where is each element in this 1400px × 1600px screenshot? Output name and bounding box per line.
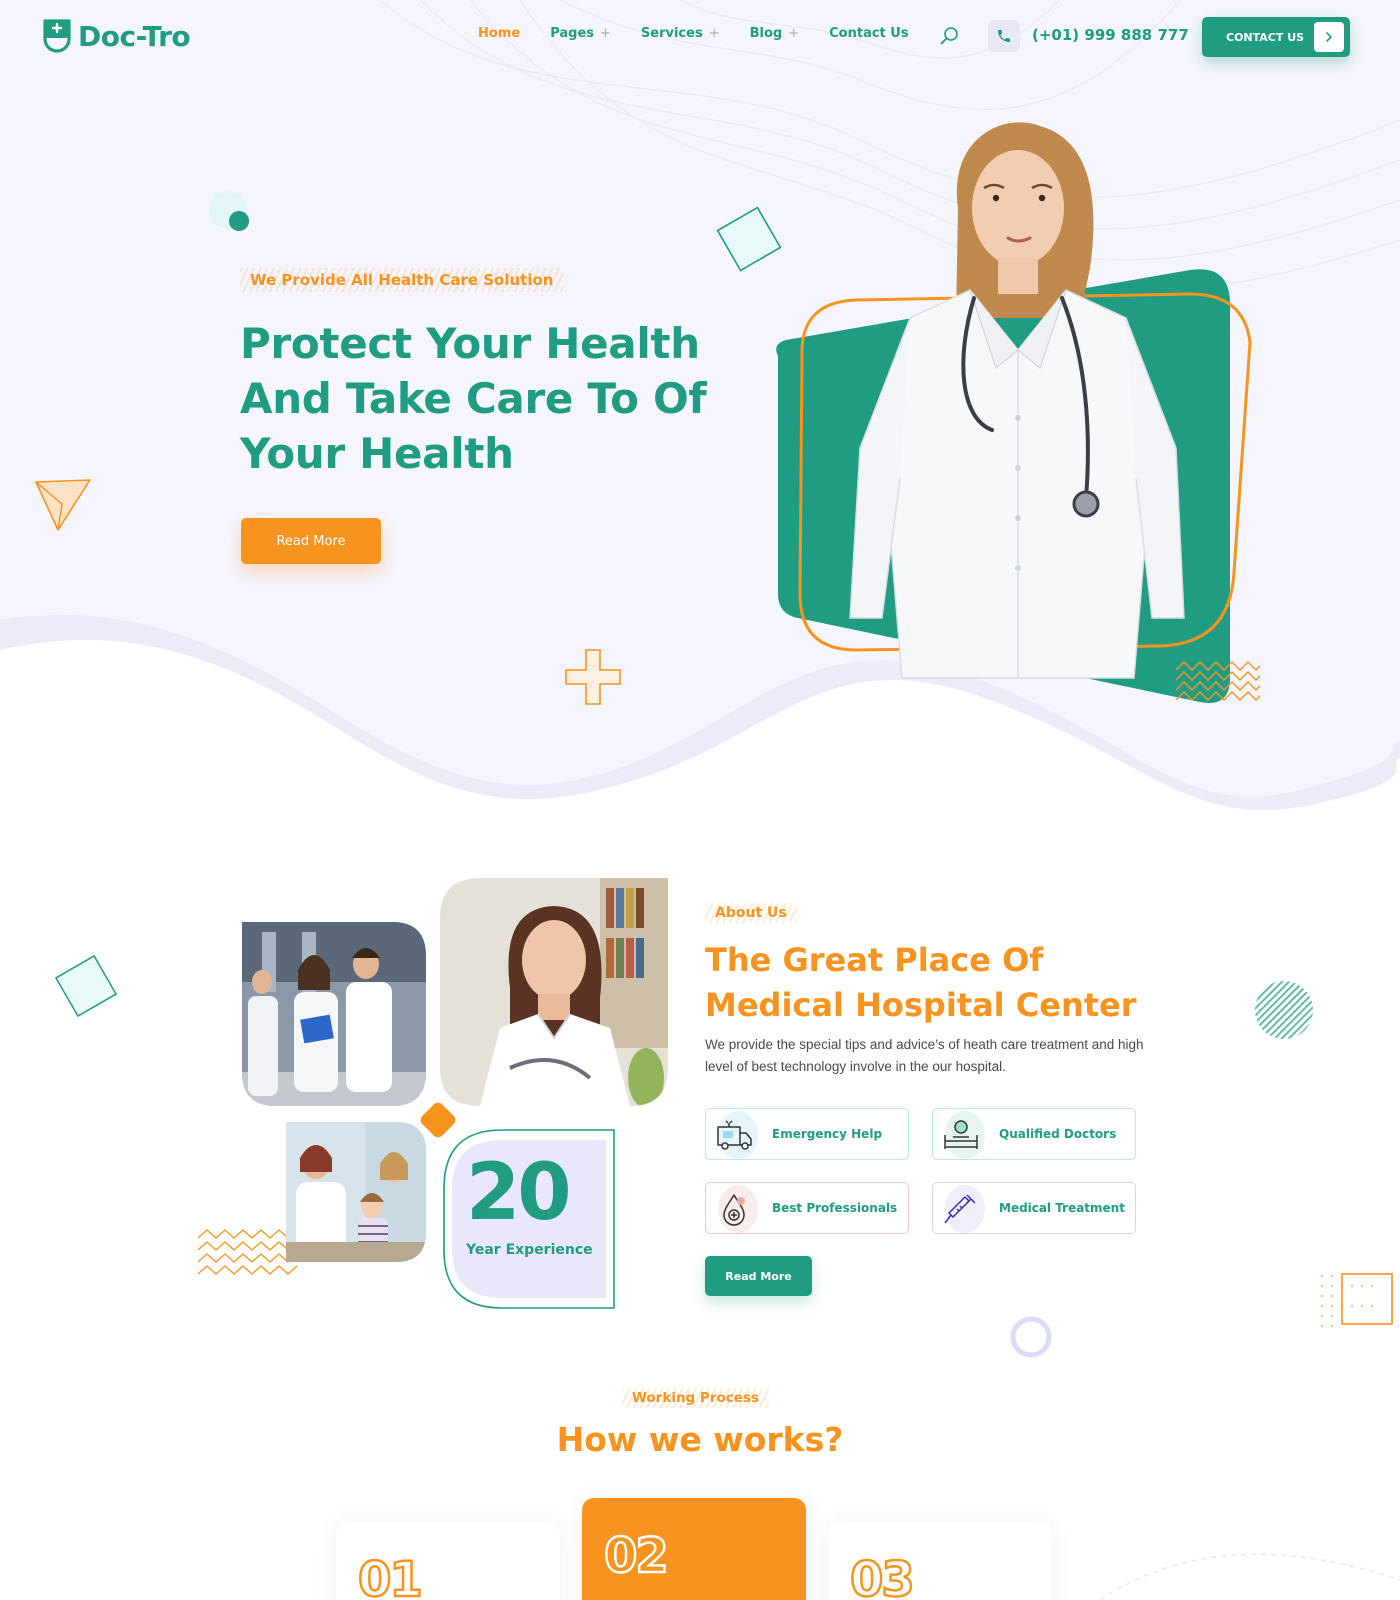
feature-label: Emergency Help (772, 1127, 883, 1141)
submenu-plus-icon: + (788, 26, 800, 41)
feature-label: Best Professionals (772, 1201, 898, 1215)
hero-title-line: And Take Care To Of (240, 374, 707, 423)
feature-best-professionals[interactable]: Best Professionals (705, 1182, 909, 1234)
brand-name: Doc-Tro (78, 19, 191, 53)
nav-item-blog[interactable]: Blog + (750, 26, 800, 41)
doctors-walking-image (242, 922, 426, 1106)
dot-decoration (209, 191, 249, 231)
paper-plane-decoration (35, 479, 91, 531)
main-nav: Home Pages + Services + Blog + Contact U… (478, 26, 939, 41)
process-tag: Working Process (622, 1388, 769, 1408)
nav-item-label: Pages (550, 26, 594, 41)
ring-decoration (1010, 1316, 1052, 1358)
striped-circle-decoration (1255, 981, 1313, 1039)
nav-item-contact[interactable]: Contact Us (829, 26, 908, 41)
nav-item-label: Services (640, 26, 703, 41)
nav-item-services[interactable]: Services + (641, 26, 720, 41)
nav-item-home[interactable]: Home (478, 26, 520, 41)
about-title-line: Medical Hospital Center (705, 986, 1137, 1024)
search-icon[interactable] (938, 24, 962, 48)
nav-item-label: Home (478, 26, 521, 41)
dashed-curve-decoration (1100, 1553, 1400, 1600)
about-description: We provide the special tips and advice’s… (705, 1037, 1144, 1074)
feature-emergency-help[interactable]: Emergency Help (705, 1108, 909, 1160)
contact-us-button[interactable]: CONTACT US (1202, 17, 1350, 57)
step-number: 02 (603, 1527, 670, 1586)
process-title: How we works? (556, 1420, 844, 1459)
hero-title-line: Protect Your Health (240, 319, 700, 368)
about-title: The Great Place Of Medical Hospital Cent… (705, 938, 1165, 1028)
chevron-right-icon (1314, 22, 1344, 52)
hospital-bed-icon (944, 1120, 978, 1149)
process-step-card[interactable]: 01 (336, 1522, 560, 1600)
blood-drop-icon (723, 1194, 745, 1226)
doctor-with-child-image (286, 1122, 426, 1262)
about-title-line: The Great Place Of (705, 941, 1044, 979)
ambulance-icon (717, 1120, 752, 1150)
step-number: 01 (357, 1551, 424, 1600)
step-number: 03 (849, 1551, 916, 1600)
feature-medical-treatment[interactable]: Medical Treatment (932, 1182, 1136, 1234)
process-step-card[interactable]: 03 (828, 1522, 1052, 1600)
brand-logo[interactable]: Doc-Tro (42, 18, 191, 54)
female-doctor-portrait-image (440, 878, 668, 1106)
diamond-decoration (54, 954, 118, 1018)
medical-shield-icon (43, 19, 71, 53)
syringe-icon (944, 1194, 976, 1224)
hero-title-line: Your Health (240, 429, 514, 478)
hero-read-more-button[interactable]: Read More (241, 518, 381, 564)
feature-label: Qualified Doctors (999, 1127, 1117, 1141)
nav-item-label: Blog (749, 26, 783, 41)
contact-us-label: CONTACT US (1226, 30, 1305, 44)
page: Doc-Tro Home Pages + Services + Blog + C… (0, 0, 1400, 1600)
submenu-plus-icon: + (708, 26, 720, 41)
hero-doctor-image (776, 122, 1260, 703)
phone-icon (998, 30, 1010, 42)
hero-subtitle: We Provide All Health Care Solution (240, 268, 564, 292)
submenu-plus-icon: + (600, 26, 611, 41)
about-read-more-button[interactable]: Read More (705, 1256, 812, 1296)
plus-decoration (565, 649, 621, 705)
phone-number[interactable]: (+01) 999 888 777 (1032, 26, 1189, 44)
experience-number: 20 (466, 1148, 572, 1238)
hero-title: Protect Your Health And Take Care To Of … (240, 316, 760, 481)
process-step-card[interactable]: 02 (582, 1498, 806, 1600)
feature-qualified-doctors[interactable]: Qualified Doctors (932, 1108, 1136, 1160)
nav-item-label: Contact Us (829, 26, 909, 41)
feature-label: Medical Treatment (999, 1201, 1125, 1215)
dotted-square-decoration (1320, 1273, 1393, 1328)
experience-label: Year Experience (466, 1242, 593, 1258)
nav-item-pages[interactable]: Pages + (550, 26, 611, 41)
about-tag: About Us (705, 903, 797, 923)
phone-icon-box[interactable] (988, 20, 1020, 52)
